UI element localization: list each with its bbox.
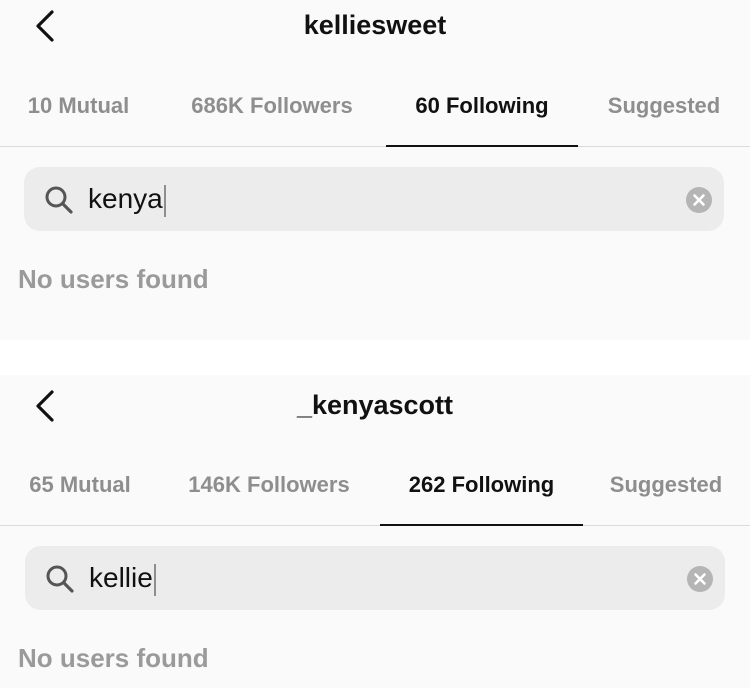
search-bar[interactable]: kellie [25,546,725,610]
following-screen-kenyascott: _kenyascott 65 Mutual 146K Followers 262… [0,375,750,688]
tab-suggested[interactable]: Suggested [598,80,730,146]
search-input[interactable]: kellie [89,558,156,598]
header: _kenyascott [0,380,750,440]
search-input[interactable]: kenya [88,179,166,219]
tab-followers[interactable]: 146K Followers [178,459,360,525]
empty-state-message: No users found [18,264,209,294]
clear-icon [693,194,705,206]
search-bar[interactable]: kenya [24,167,724,231]
search-icon [45,186,73,214]
tab-suggested[interactable]: Suggested [600,459,732,525]
clear-search-button[interactable] [686,187,712,213]
search-icon [46,565,74,593]
tab-bar: 10 Mutual 686K Followers 60 Following Su… [0,80,750,147]
following-screen-kelliesweet: kelliesweet 10 Mutual 686K Followers 60 … [0,0,750,340]
empty-state-message: No users found [18,643,209,673]
page-title: kelliesweet [303,10,447,40]
tab-mutual[interactable]: 10 Mutual [16,80,141,146]
clear-search-button[interactable] [687,566,713,592]
tab-bar: 65 Mutual 146K Followers 262 Following S… [0,459,750,526]
page-title: _kenyascott [296,390,454,420]
tab-following[interactable]: 60 Following [386,80,578,147]
header: kelliesweet [0,0,750,60]
clear-icon [694,573,706,585]
tab-following[interactable]: 262 Following [380,459,583,526]
text-cursor [153,563,156,596]
tab-followers[interactable]: 686K Followers [178,80,366,146]
tab-mutual[interactable]: 65 Mutual [16,459,144,525]
text-cursor [163,184,166,217]
